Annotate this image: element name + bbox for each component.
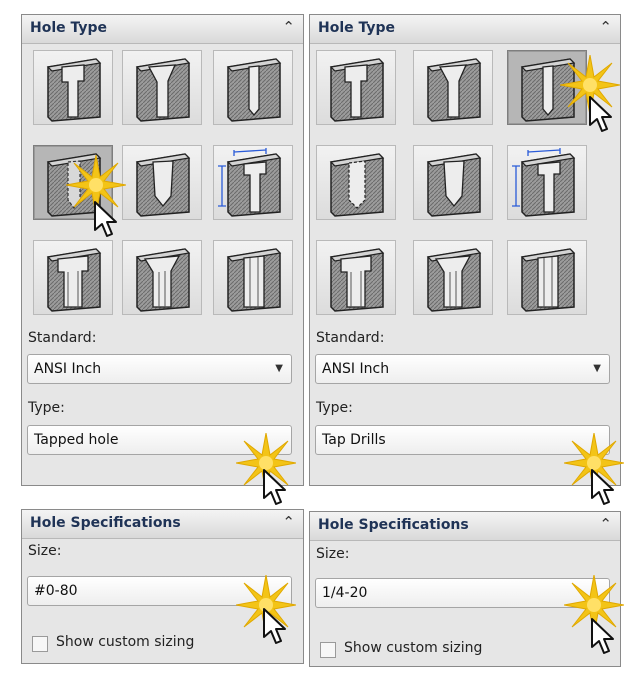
type-label: Type: <box>316 400 353 416</box>
counterbore-slot-icon <box>317 241 395 314</box>
type-value: Tapped hole <box>34 432 119 448</box>
countersink-hole-icon <box>414 51 492 124</box>
double-chevron-up-icon[interactable]: ⌃ <box>599 18 612 36</box>
triangle-down-icon: ▼ <box>593 363 601 374</box>
standard-value: ANSI Inch <box>322 361 390 377</box>
counterbore-hole-icon <box>34 51 112 124</box>
hole-specifications-header-right[interactable]: Hole Specifications ⌃ <box>310 512 620 541</box>
standard-dropdown[interactable]: ANSI Inch ▼ <box>315 354 610 384</box>
mouse-pointer-icon <box>589 96 612 132</box>
pipe-tap-hole-tile[interactable] <box>122 145 202 220</box>
countersink-slot-icon <box>414 241 492 314</box>
size-label: Size: <box>316 546 350 562</box>
hole-specifications-header-left[interactable]: Hole Specifications ⌃ <box>22 510 303 539</box>
double-chevron-up-icon[interactable]: ⌃ <box>282 513 295 531</box>
size-value: 1/4-20 <box>322 585 368 601</box>
mouse-pointer-icon <box>263 469 286 505</box>
hole-type-header-right[interactable]: Hole Type ⌃ <box>310 15 620 44</box>
mouse-pointer-icon <box>591 469 614 505</box>
mouse-pointer-icon <box>591 618 614 654</box>
counterbore-hole-tile[interactable] <box>33 50 113 125</box>
legacy-hole-tile[interactable] <box>507 145 587 220</box>
show-custom-sizing-label[interactable]: Show custom sizing <box>344 640 482 656</box>
legacy-hole-tile[interactable] <box>213 145 293 220</box>
show-custom-sizing-checkbox[interactable] <box>320 642 336 658</box>
pipe-tap-hole-tile[interactable] <box>413 145 493 220</box>
standard-label: Standard: <box>316 330 385 346</box>
double-chevron-up-icon[interactable]: ⌃ <box>599 515 612 533</box>
simple-hole-tile[interactable] <box>213 50 293 125</box>
hole-type-header-left[interactable]: Hole Type ⌃ <box>22 15 303 44</box>
slot-icon <box>214 241 292 314</box>
counterbore-slot-tile[interactable] <box>33 240 113 315</box>
countersink-slot-icon <box>123 241 201 314</box>
tapered-tap-hole-tile[interactable] <box>316 145 396 220</box>
double-chevron-up-icon[interactable]: ⌃ <box>282 18 295 36</box>
slot-icon <box>508 241 586 314</box>
triangle-down-icon: ▼ <box>275 363 283 374</box>
size-label: Size: <box>28 543 62 559</box>
countersink-slot-tile[interactable] <box>122 240 202 315</box>
type-label: Type: <box>28 400 65 416</box>
standard-label: Standard: <box>28 330 97 346</box>
panel-title: Hole Specifications <box>318 517 469 533</box>
mouse-pointer-icon <box>94 201 117 237</box>
pipe-tap-hole-icon <box>414 146 492 219</box>
countersink-slot-tile[interactable] <box>413 240 493 315</box>
counterbore-slot-icon <box>34 241 112 314</box>
counterbore-hole-icon <box>317 51 395 124</box>
hole-type-panel-left: Hole Type ⌃ Standard: ANSI Inch ▼ Type: … <box>21 14 304 486</box>
simple-hole-icon <box>214 51 292 124</box>
size-value: #0-80 <box>34 583 78 599</box>
panel-title: Hole Specifications <box>30 515 181 531</box>
standard-value: ANSI Inch <box>34 361 102 377</box>
panel-title: Hole Type <box>318 20 396 36</box>
counterbore-slot-tile[interactable] <box>316 240 396 315</box>
show-custom-sizing-checkbox[interactable] <box>32 636 48 652</box>
countersink-hole-icon <box>123 51 201 124</box>
counterbore-hole-tile[interactable] <box>316 50 396 125</box>
legacy-hole-icon <box>508 146 586 219</box>
slot-tile[interactable] <box>213 240 293 315</box>
countersink-hole-tile[interactable] <box>122 50 202 125</box>
slot-tile[interactable] <box>507 240 587 315</box>
show-custom-sizing-label[interactable]: Show custom sizing <box>56 634 194 650</box>
standard-dropdown[interactable]: ANSI Inch ▼ <box>27 354 292 384</box>
pipe-tap-hole-icon <box>123 146 201 219</box>
panel-title: Hole Type <box>30 20 108 36</box>
tapered-tap-hole-icon <box>317 146 395 219</box>
mouse-pointer-icon <box>263 608 286 644</box>
legacy-hole-icon <box>214 146 292 219</box>
countersink-hole-tile[interactable] <box>413 50 493 125</box>
type-value: Tap Drills <box>322 432 386 448</box>
